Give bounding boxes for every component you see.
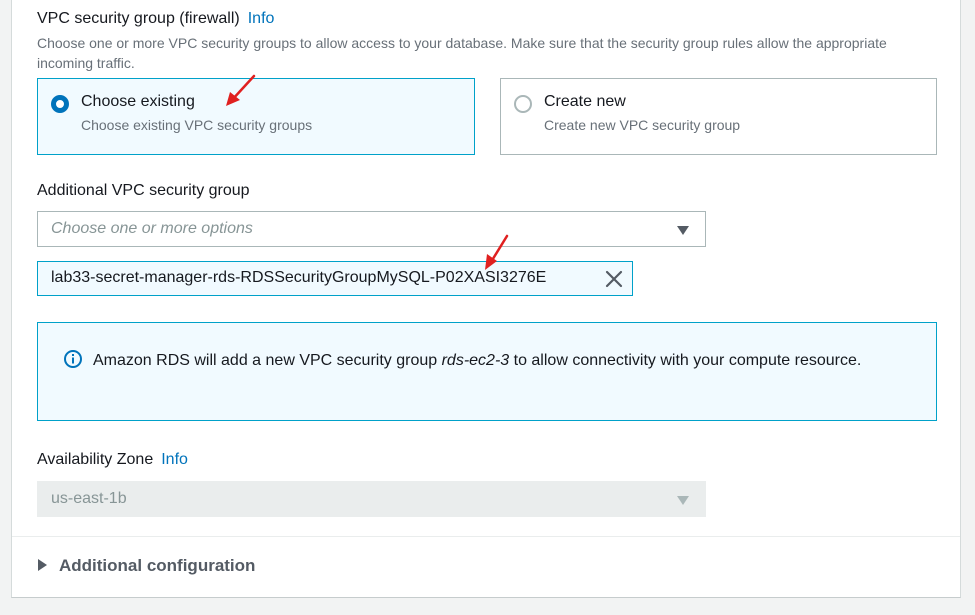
info-alert-message: Amazon RDS will add a new VPC security g…	[93, 347, 913, 374]
additional-security-group-select[interactable]: Choose one or more options	[37, 211, 706, 247]
radio-unselected-icon	[514, 95, 532, 113]
caret-right-icon	[38, 558, 47, 571]
divider	[12, 536, 960, 537]
info-circle-icon	[64, 350, 82, 368]
caret-down-icon	[677, 496, 689, 505]
availability-zone-value: us-east-1b	[51, 490, 127, 507]
vpc-security-group-label: VPC security group (firewall)	[37, 10, 240, 27]
alert-text-after: to allow connectivity with your compute …	[509, 352, 862, 369]
alert-text-before: Amazon RDS will add a new VPC security g…	[93, 352, 442, 369]
token-label: lab33-secret-manager-rds-RDSSecurityGrou…	[51, 269, 547, 286]
info-alert: Amazon RDS will add a new VPC security g…	[37, 322, 937, 421]
radio-selected-icon	[51, 95, 69, 113]
radio-create-new[interactable]: Create new Create new VPC security group	[500, 78, 937, 155]
alert-group-name: rds-ec2-3	[441, 352, 510, 369]
select-placeholder: Choose one or more options	[51, 220, 253, 237]
availability-zone-info-link[interactable]: Info	[161, 451, 188, 468]
vpc-security-group-info-link[interactable]: Info	[248, 10, 275, 27]
additional-vpc-security-group-label: Additional VPC security group	[37, 182, 250, 199]
caret-down-icon	[677, 226, 689, 235]
availability-zone-label: Availability Zone	[37, 451, 154, 468]
radio-create-new-subtitle: Create new VPC security group	[544, 117, 741, 133]
availability-zone-select: us-east-1b	[37, 481, 706, 517]
vpc-security-group-description: Choose one or more VPC security groups t…	[37, 35, 887, 71]
vpc-security-group-heading: VPC security group (firewall) Info	[37, 10, 274, 28]
annotation-arrow-icon	[226, 74, 256, 106]
additional-configuration-expander[interactable]: Additional configuration	[38, 556, 255, 576]
annotation-arrow-icon	[485, 234, 509, 270]
selected-security-group-token: lab33-secret-manager-rds-RDSSecurityGrou…	[37, 261, 633, 296]
availability-zone-heading: Availability Zone Info	[37, 451, 188, 469]
radio-choose-existing-title: Choose existing	[81, 93, 195, 110]
close-icon[interactable]	[604, 269, 624, 289]
additional-configuration-label: Additional configuration	[59, 556, 256, 575]
radio-create-new-title: Create new	[544, 93, 626, 110]
radio-choose-existing-subtitle: Choose existing VPC security groups	[81, 117, 313, 133]
database-connectivity-panel: VPC security group (firewall) Info Choose…	[11, 0, 961, 598]
